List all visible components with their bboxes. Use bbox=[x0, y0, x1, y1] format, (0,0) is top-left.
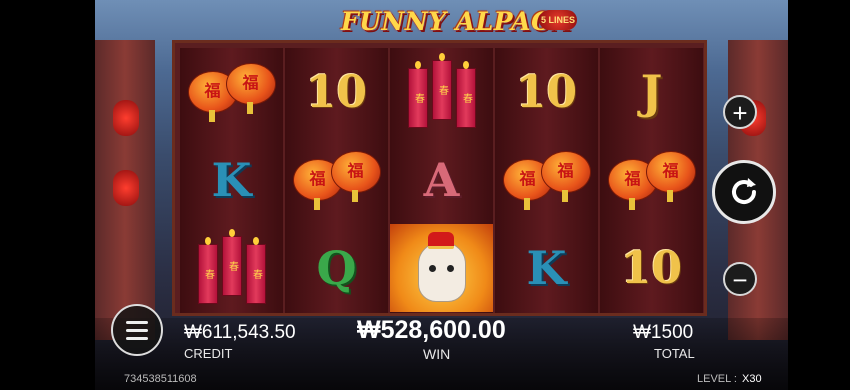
menu-button[interactable] bbox=[111, 304, 163, 356]
spin-refresh-icon bbox=[732, 178, 757, 205]
spin-button[interactable] bbox=[712, 160, 776, 224]
reel-5: J 福 福 10 bbox=[600, 48, 703, 313]
firecracker-icon: 春 bbox=[197, 237, 218, 304]
level-label: LEVEL : bbox=[697, 373, 737, 385]
firecracker-icon: 春 bbox=[245, 237, 266, 304]
symbol-alpaca-wild bbox=[390, 224, 493, 312]
menu-icon-line bbox=[126, 336, 148, 340]
symbol-10: 10 bbox=[305, 66, 368, 118]
credit-value: ₩611,543.50 bbox=[184, 322, 296, 343]
firecracker-icon: 春 bbox=[431, 53, 452, 120]
lantern-icon: 福 bbox=[225, 63, 276, 114]
symbol-k: K bbox=[211, 153, 252, 207]
credit-label: CREDIT bbox=[184, 346, 233, 361]
total-bet-label: TOTAL bbox=[654, 346, 695, 361]
symbol-k: K bbox=[526, 241, 567, 295]
increase-bet-button[interactable]: + bbox=[723, 95, 757, 129]
reel-4: 10 福 福 K bbox=[495, 48, 598, 313]
reel-3: 春 春 春 A bbox=[390, 48, 493, 313]
symbol-lantern: 福 福 bbox=[285, 136, 388, 224]
symbol-lantern: 福 福 bbox=[495, 136, 598, 224]
symbol-a: A bbox=[423, 153, 460, 207]
game-logo: FUNNY ALPACA 5 LINES bbox=[325, 4, 577, 42]
menu-icon-line bbox=[126, 320, 148, 324]
hat-icon bbox=[428, 232, 454, 249]
total-bet-value: ₩1500 bbox=[633, 322, 694, 343]
left-letterbox bbox=[0, 0, 95, 390]
lantern-icon: 福 bbox=[330, 151, 381, 202]
firecracker-icon: 春 bbox=[407, 61, 428, 128]
reel-2: 10 福 福 Q bbox=[285, 48, 388, 313]
decrease-bet-button[interactable]: − bbox=[723, 262, 757, 296]
symbol-firecracker: 春 春 春 bbox=[390, 48, 493, 136]
level-value: X30 bbox=[742, 373, 762, 385]
lantern-icon: 福 bbox=[540, 151, 591, 202]
session-id: 734538511608 bbox=[124, 373, 197, 385]
background-lantern bbox=[113, 100, 139, 136]
symbol-10: 10 bbox=[620, 242, 683, 294]
symbol-10: 10 bbox=[515, 66, 578, 118]
menu-icon-line bbox=[126, 328, 148, 332]
lines-badge: 5 LINES bbox=[539, 10, 577, 30]
alpaca-icon bbox=[418, 242, 466, 302]
firecracker-icon: 春 bbox=[221, 229, 242, 296]
lantern-icon: 福 bbox=[645, 151, 696, 202]
symbol-lantern: 福 福 bbox=[600, 136, 703, 224]
game-title: FUNNY ALPACA bbox=[341, 7, 572, 36]
reel-1: 福 福 K 春 春 春 bbox=[180, 48, 283, 313]
reels-frame: 福 福 K 春 春 春 10 福 福 Q 春 春 春 A 10 福 福 K J … bbox=[172, 40, 707, 316]
background-lantern bbox=[113, 170, 139, 206]
symbol-firecracker: 春 春 春 bbox=[180, 224, 283, 312]
right-letterbox bbox=[788, 0, 850, 390]
win-value: ₩528,600.00 bbox=[357, 316, 506, 344]
symbol-q: Q bbox=[316, 241, 357, 295]
firecracker-icon: 春 bbox=[455, 61, 476, 128]
symbol-lantern: 福 福 bbox=[180, 48, 283, 136]
symbol-j: J bbox=[640, 65, 663, 119]
win-label: WIN bbox=[423, 346, 451, 362]
